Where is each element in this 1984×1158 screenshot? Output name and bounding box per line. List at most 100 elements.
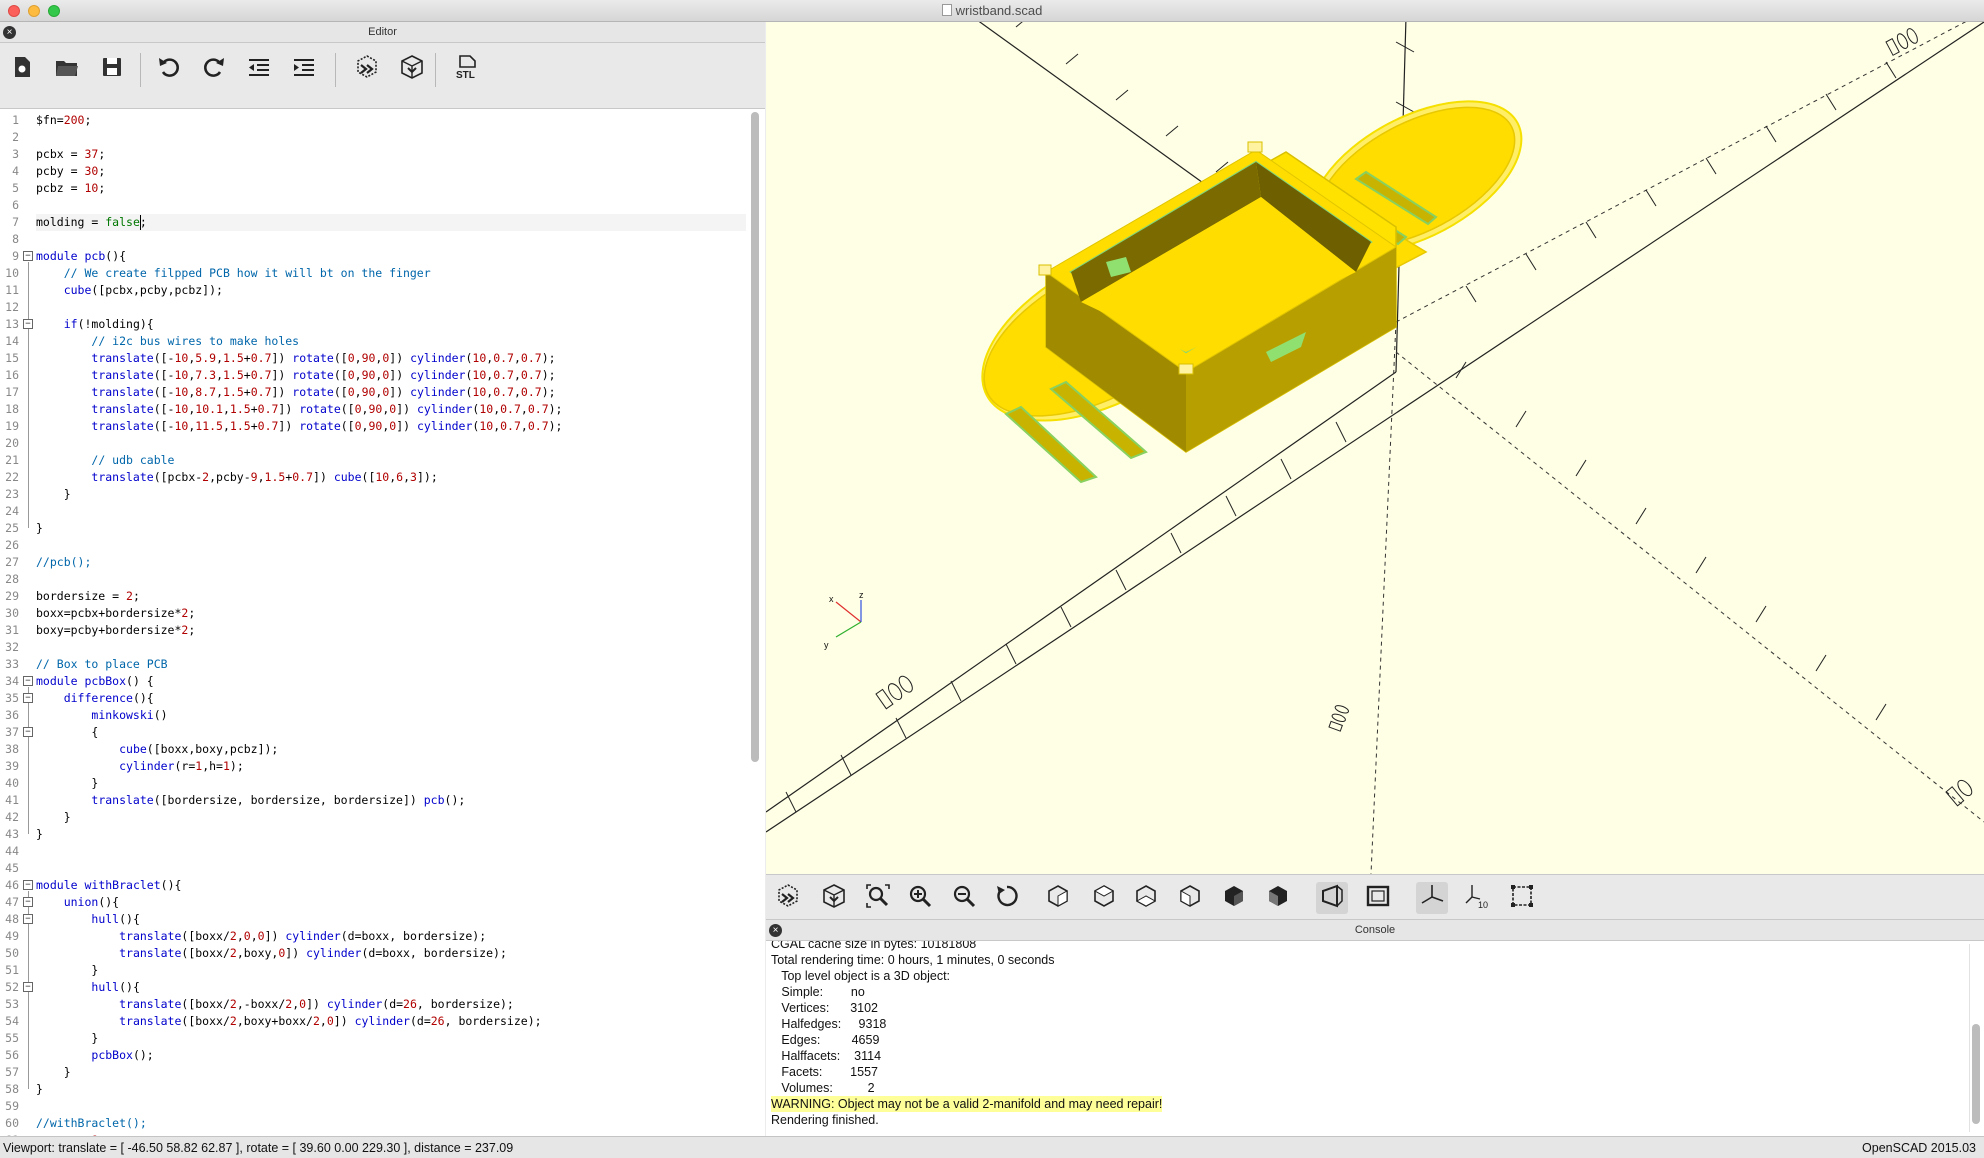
code-line[interactable]: translate([pcbx-2,pcby-9,1.5+0.7]) cube(… xyxy=(36,469,437,486)
code-line[interactable]: { xyxy=(36,724,98,741)
code-line[interactable]: union(){ xyxy=(36,894,119,911)
code-line[interactable]: // i2c bus wires to make holes xyxy=(36,333,299,350)
svg-text:10: 10 xyxy=(1478,900,1488,909)
wristband-model[interactable] xyxy=(954,70,1546,484)
preview-view-button[interactable] xyxy=(772,882,804,914)
code-line[interactable]: module pcb(){ xyxy=(36,248,126,265)
view-top-button[interactable] xyxy=(1088,882,1120,914)
code-line[interactable]: } xyxy=(36,962,98,979)
code-line[interactable]: // We create filpped PCB how it will bt … xyxy=(36,265,431,282)
fold-toggle-icon[interactable]: − xyxy=(23,982,33,992)
show-scale-markers-button[interactable]: 10 xyxy=(1461,882,1493,914)
code-line[interactable]: module pcbBox() { xyxy=(36,673,154,690)
save-file-button[interactable] xyxy=(95,52,129,86)
code-line[interactable]: if(!molding){ xyxy=(36,316,154,333)
code-line[interactable]: } xyxy=(36,1030,98,1047)
code-line[interactable]: molding = false; xyxy=(36,214,746,231)
fold-toggle-icon[interactable]: − xyxy=(23,676,33,686)
open-file-button[interactable] xyxy=(50,52,84,86)
fold-toggle-icon[interactable]: − xyxy=(23,693,33,703)
code-line[interactable]: pcbz = 10; xyxy=(36,180,105,197)
line-number: 47 xyxy=(5,895,19,909)
preview-view-icon xyxy=(775,883,801,914)
code-line[interactable]: } xyxy=(36,486,71,503)
fold-toggle-icon[interactable]: − xyxy=(23,727,33,737)
code-line[interactable]: translate([-10,5.9,1.5+0.7]) rotate([0,9… xyxy=(36,350,555,367)
fold-toggle-icon[interactable]: − xyxy=(23,914,33,924)
view-right-button[interactable] xyxy=(1042,882,1074,914)
code-line[interactable]: //pcb(); xyxy=(36,554,91,571)
code-line[interactable]: } xyxy=(36,826,43,843)
perspective-button[interactable] xyxy=(1316,882,1348,914)
code-line[interactable]: cylinder(r=1,h=1); xyxy=(36,758,244,775)
view-top-icon xyxy=(1091,883,1117,914)
orthogonal-button[interactable] xyxy=(1362,882,1394,914)
code-line[interactable]: cube([boxx,boxy,pcbz]); xyxy=(36,741,278,758)
fold-toggle-icon[interactable]: − xyxy=(23,880,33,890)
console-scrollbar[interactable] xyxy=(1969,944,1981,1132)
fold-toggle-icon[interactable]: − xyxy=(23,897,33,907)
code-line[interactable]: translate([-10,7.3,1.5+0.7]) rotate([0,9… xyxy=(36,367,555,384)
code-line[interactable]: minkowski() xyxy=(36,707,167,724)
3d-scene[interactable]: x y z xyxy=(766,22,1984,874)
console-scroll-thumb[interactable] xyxy=(1972,1024,1980,1124)
render-view-button[interactable] xyxy=(818,882,850,914)
code-line[interactable]: // udb cable xyxy=(36,452,174,469)
export-stl-button[interactable]: STL xyxy=(450,52,484,86)
view-bottom-button[interactable] xyxy=(1130,882,1162,914)
code-line[interactable]: } xyxy=(36,520,43,537)
code-editor[interactable]: 1 2 3 4 5 6 7 8 9 10 11 12 13 14 15 16 17 18 19 20 21 22 23 24 2… xyxy=(0,109,765,1136)
code-line[interactable]: } xyxy=(36,809,71,826)
preview-icon xyxy=(354,54,380,85)
line-number: 17 xyxy=(5,385,19,399)
code-line[interactable]: translate([-10,8.7,1.5+0.7]) rotate([0,9… xyxy=(36,384,555,401)
editor-scrollbar[interactable] xyxy=(750,112,760,1132)
fold-toggle-icon[interactable]: − xyxy=(23,319,33,329)
code-line[interactable]: bordersize = 2; xyxy=(36,588,140,605)
code-line[interactable]: $fn=200; xyxy=(36,112,91,129)
reset-view-button[interactable] xyxy=(991,882,1023,914)
view-all-button[interactable] xyxy=(862,882,894,914)
new-file-button[interactable] xyxy=(5,52,39,86)
render-button[interactable] xyxy=(395,52,429,86)
code-line[interactable]: translate([boxx/2,-boxx/2,0]) cylinder(d… xyxy=(36,996,514,1013)
code-line[interactable]: } xyxy=(36,775,98,792)
code-line[interactable]: //withBraclet(); xyxy=(36,1115,147,1132)
3d-viewport[interactable]: x y z xyxy=(766,22,1984,874)
code-line[interactable]: boxy=pcby+bordersize*2; xyxy=(36,622,195,639)
unindent-button[interactable] xyxy=(242,52,276,86)
zoom-in-button[interactable] xyxy=(904,882,936,914)
preview-button[interactable] xyxy=(350,52,384,86)
indent-button[interactable] xyxy=(287,52,321,86)
code-line[interactable]: } xyxy=(36,1064,71,1081)
code-line[interactable]: // Box to place PCB xyxy=(36,656,168,673)
code-line[interactable]: cube([pcbx,pcby,pcbz]); xyxy=(36,282,223,299)
zoom-out-button[interactable] xyxy=(948,882,980,914)
show-axes-button[interactable] xyxy=(1416,882,1448,914)
code-line[interactable]: translate([boxx/2,0,0]) cylinder(d=boxx,… xyxy=(36,928,486,945)
fold-toggle-icon[interactable]: − xyxy=(23,251,33,261)
line-number: 39 xyxy=(5,759,19,773)
code-line[interactable]: module withBraclet(){ xyxy=(36,877,181,894)
view-left-button[interactable] xyxy=(1174,882,1206,914)
code-line[interactable]: translate([boxx/2,boxy,0]) cylinder(d=bo… xyxy=(36,945,507,962)
code-line[interactable]: translate([boxx/2,boxy+boxx/2,0]) cylind… xyxy=(36,1013,541,1030)
view-back-button[interactable] xyxy=(1262,882,1294,914)
code-line[interactable]: difference(){ xyxy=(36,690,154,707)
redo-button[interactable] xyxy=(197,52,231,86)
editor-scroll-thumb[interactable] xyxy=(751,112,759,762)
code-line[interactable]: boxx=pcbx+bordersize*2; xyxy=(36,605,195,622)
code-line[interactable]: translate([bordersize, bordersize, borde… xyxy=(36,792,465,809)
code-line[interactable]: } xyxy=(36,1081,43,1098)
code-line[interactable]: pcby = 30; xyxy=(36,163,105,180)
code-line[interactable]: pcbBox(); xyxy=(36,1047,153,1064)
undo-button[interactable] xyxy=(152,52,186,86)
code-line[interactable]: pcbx = 37; xyxy=(36,146,105,163)
line-number: 18 xyxy=(5,402,19,416)
code-line[interactable]: hull(){ xyxy=(36,979,139,996)
show-edges-button[interactable] xyxy=(1506,882,1538,914)
view-front-button[interactable] xyxy=(1218,882,1250,914)
code-line[interactable]: hull(){ xyxy=(36,911,139,928)
code-line[interactable]: translate([-10,10.1,1.5+0.7]) rotate([0,… xyxy=(36,401,562,418)
code-line[interactable]: translate([-10,11.5,1.5+0.7]) rotate([0,… xyxy=(36,418,562,435)
